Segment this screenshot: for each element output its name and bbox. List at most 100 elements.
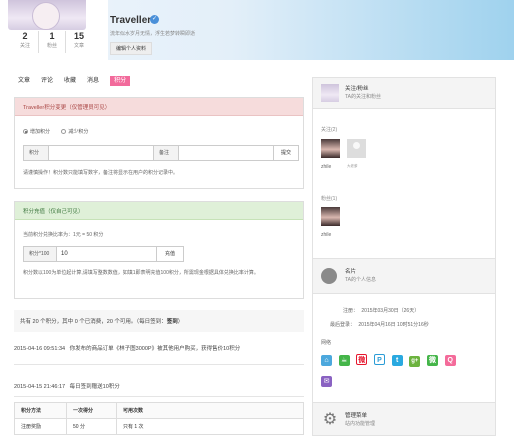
user-avatar: [347, 139, 366, 158]
fans-label: 粉丝(1): [321, 196, 338, 202]
points-input[interactable]: [48, 145, 154, 161]
user-name: zhile: [321, 232, 332, 238]
log-text: 你发布的商品订单《林子图3000P》被其他用户购买，获得售价10积分: [69, 346, 241, 352]
points-input-label: 积分: [23, 145, 49, 161]
qq-icon[interactable]: Q: [444, 355, 456, 366]
radio-add-label: 增加积分: [30, 129, 51, 135]
sidebar-follow-panel: 关注(2) zhile 大老爹 粉丝(1) zhile: [312, 108, 496, 260]
stat-following[interactable]: 2 关注: [12, 31, 39, 53]
user-avatar: [321, 207, 340, 226]
log-time: 2015-04-15 21:46:17: [14, 384, 66, 390]
divider: [14, 396, 304, 397]
recharge-amount-input[interactable]: 10: [56, 246, 157, 262]
register-label: 注册：: [343, 308, 359, 314]
sidebar-card-header[interactable]: 名片 TA的个人信息: [312, 258, 496, 294]
tab-messages[interactable]: 消息: [87, 76, 99, 86]
user-name: zhile: [321, 164, 332, 170]
user-name: 大老爹: [347, 164, 358, 168]
twitter-icon[interactable]: t: [391, 355, 403, 366]
register-info: 注册： 2015年03月30日（26天）: [343, 307, 419, 314]
user-avatar: [321, 139, 340, 158]
table-cell: 只有 1 次: [116, 418, 304, 435]
table-header-row: 积分方法 一次得分 可用次数: [14, 402, 304, 419]
following-user[interactable]: zhile: [321, 139, 340, 170]
profile-tabs: 文章 评论 收藏 消息 积分: [18, 76, 141, 86]
summary-text: 共有 20 个积分，其中 0 个已消费，20 个可用。（每日签到：: [20, 319, 167, 325]
edit-profile-button[interactable]: 编辑个人资料: [110, 42, 153, 55]
recharge-button[interactable]: 充值: [156, 246, 184, 262]
recharge-note: 积分数以100为单位起计算,请填写整数数值，如填1即表明充值100积分，所需现金…: [23, 270, 259, 276]
last-login-label: 最后登录：: [330, 322, 356, 328]
profile-stats: 2 关注 1 粉丝 15 文章: [12, 31, 92, 53]
note-input-label: 备注: [153, 145, 179, 161]
credit-change-note: 请谨慎操作！积分数只能填写数字，备注将显示在用户的积分记录中。: [23, 170, 179, 176]
table-cell: 注册奖励: [14, 418, 67, 435]
home-icon[interactable]: ⌂: [321, 355, 332, 366]
google-plus-icon[interactable]: g+: [409, 356, 421, 367]
radio-sub-credit[interactable]: 减少积分: [61, 129, 88, 135]
social-label: 网络: [321, 340, 332, 346]
log-text: 每日签到赠送10积分: [69, 384, 120, 390]
profile-avatar[interactable]: [8, 0, 86, 30]
stat-value: 1: [49, 31, 55, 41]
tab-credits[interactable]: 积分: [110, 76, 131, 86]
gear-icon: ⚙: [322, 411, 338, 428]
verified-icon: ✓: [150, 15, 159, 24]
mail-icon[interactable]: ✉: [321, 376, 332, 387]
sidebar-avatar: [321, 84, 339, 102]
table-header: 积分方法: [14, 402, 67, 419]
stat-value: 15: [73, 31, 84, 41]
credit-radio-group: 增加积分 减少积分: [23, 128, 88, 135]
stat-label: 粉丝: [46, 43, 57, 49]
sidebar-card-subtitle: TA的个人信息: [345, 277, 377, 283]
stat-posts[interactable]: 15 文章: [66, 31, 92, 53]
register-value: 2015年03月30日（26天）: [361, 308, 420, 314]
sidebar-card-panel: 注册： 2015年03月30日（26天） 最后登录： 2015年04月16日 1…: [312, 293, 496, 403]
recharge-title: 积分充值（仅自己可见）: [15, 202, 303, 220]
recharge-panel: 积分充值（仅自己可见） 当前积分兑换比率为：1元 = 50 积分 积分*100 …: [14, 201, 304, 299]
stat-value: 2: [22, 31, 28, 41]
credit-log-item: 2015-04-15 21:46:17 每日签到赠送10积分: [14, 382, 120, 390]
sidebar-admin-title: 管理菜单: [345, 413, 368, 419]
credit-summary: 共有 20 个积分，其中 0 个已消费，20 个可用。（每日签到：签到）: [14, 310, 304, 332]
radio-add-credit[interactable]: 增加积分: [23, 129, 50, 135]
tab-comments[interactable]: 评论: [41, 76, 53, 86]
recharge-input-label: 积分*100: [23, 246, 57, 262]
tab-posts[interactable]: 文章: [18, 76, 30, 86]
credit-change-panel: Traveller积分变更（仅管理员可见） 增加积分 减少积分 积分 备注 提交…: [14, 97, 304, 189]
following-label: 关注(2): [321, 127, 338, 133]
credit-rules-table: 积分方法 一次得分 可用次数 注册奖励 50 分 只有 1 次: [14, 402, 304, 435]
credit-change-title: Traveller积分变更（仅管理员可见）: [15, 98, 303, 116]
profile-motto: 流年似水岁月无情，浮生若梦转瞬即逝: [110, 31, 196, 37]
weibo-icon[interactable]: 微: [356, 354, 368, 365]
fan-user[interactable]: zhile: [321, 207, 340, 238]
stat-fans[interactable]: 1 粉丝: [39, 31, 66, 53]
wechat-cup-icon[interactable]: ☕: [338, 355, 350, 366]
submit-credit-button[interactable]: 提交: [273, 145, 299, 161]
summary-tail: ）: [177, 319, 184, 325]
tab-favorites[interactable]: 收藏: [64, 76, 76, 86]
sidebar-follow-header[interactable]: 关注/粉丝 TA的关注和粉丝: [312, 77, 496, 109]
stat-label: 关注: [19, 43, 30, 49]
checkin-status[interactable]: 签到: [167, 319, 178, 325]
recharge-rate: 当前积分兑换比率为：1元 = 50 积分: [23, 232, 104, 238]
table-row: 注册奖励 50 分 只有 1 次: [14, 418, 304, 435]
divider: [14, 364, 304, 365]
radio-sub-label: 减少积分: [68, 129, 89, 135]
radio-checked-icon: [23, 129, 28, 135]
social-icons-row2: ✉: [321, 376, 337, 387]
sidebar-follow-subtitle: TA的关注和粉丝: [345, 94, 382, 100]
profile-username: Traveller: [110, 15, 152, 26]
note-input[interactable]: [178, 145, 274, 161]
credit-log-item: 2015-04-16 09:51:34 你发布的商品订单《林子图3000P》被其…: [14, 344, 240, 352]
table-header: 可用次数: [116, 402, 304, 419]
wechat-icon[interactable]: 微: [427, 355, 439, 366]
sidebar-card-title: 名片: [345, 269, 357, 275]
last-login-info: 最后登录： 2015年04月16日 10时51分16秒: [330, 321, 429, 328]
qq-weibo-icon[interactable]: P: [374, 354, 386, 365]
following-user[interactable]: 大老爹: [347, 139, 369, 169]
sidebar-admin-header[interactable]: ⚙ 管理菜单 站内功能管理: [312, 402, 496, 436]
table-header: 一次得分: [66, 402, 117, 419]
globe-icon: [321, 268, 337, 284]
last-login-value: 2015年04月16日 10时51分16秒: [358, 322, 429, 328]
